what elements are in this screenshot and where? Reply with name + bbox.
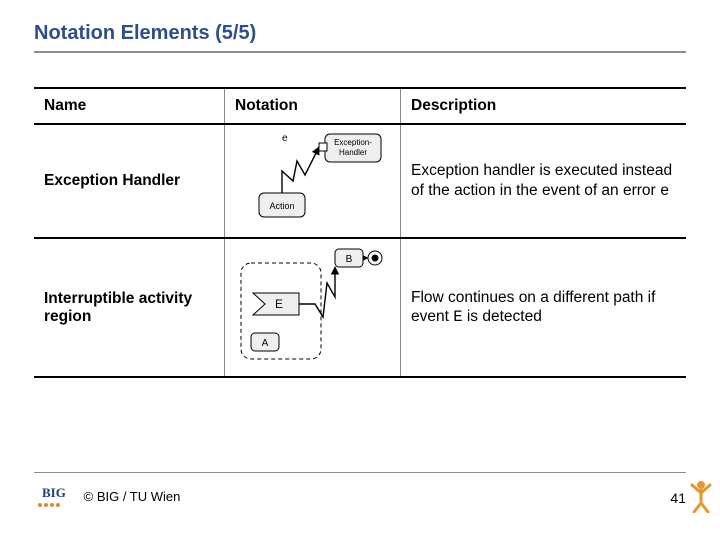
row-description: Exception handler is executed instead of… (401, 124, 687, 238)
svg-text:B: B (346, 254, 353, 265)
title-underline (34, 51, 686, 53)
big-logo: BIG (34, 483, 74, 512)
notation-table: Name Notation Description Exception Hand… (34, 87, 686, 378)
slide: Notation Elements (5/5) Name Notation De… (0, 0, 720, 540)
svg-text:A: A (262, 338, 269, 349)
col-description-header: Description (401, 88, 687, 124)
page-title: Notation Elements (5/5) (34, 22, 686, 45)
row-notation: A E B (225, 238, 401, 377)
row-notation: Exception- Handler Action e (225, 124, 401, 238)
human-icon (688, 479, 714, 518)
copyright-text: © BIG / TU Wien (84, 489, 181, 504)
footer-left: BIG © BIG / TU Wien (34, 483, 180, 512)
row-name: Exception Handler (34, 124, 225, 238)
interruptible-region-figure: A E B (235, 245, 385, 365)
row-description: Flow continues on a different path if ev… (401, 238, 687, 377)
col-name-header: Name (34, 88, 225, 124)
footer-divider (34, 472, 686, 473)
col-notation-header: Notation (225, 88, 401, 124)
desc-code: e (660, 182, 669, 200)
footer-row: BIG © BIG / TU Wien 41 (34, 483, 686, 512)
exception-handler-figure: Exception- Handler Action e (235, 131, 385, 226)
svg-text:BIG: BIG (42, 485, 66, 500)
table-row: Interruptible activity region A (34, 238, 686, 377)
desc-text-after: is detected (463, 308, 542, 325)
page-number: 41 (670, 490, 686, 506)
desc-code: E (453, 308, 462, 326)
svg-text:e: e (282, 133, 288, 144)
svg-text:Exception-: Exception- (334, 138, 372, 147)
row-name: Interruptible activity region (34, 238, 225, 377)
svg-text:Handler: Handler (339, 148, 367, 157)
svg-text:Action: Action (269, 201, 294, 211)
svg-text:E: E (275, 297, 283, 311)
table-header-row: Name Notation Description (34, 88, 686, 124)
table-row: Exception Handler Exception- Handler (34, 124, 686, 238)
footer: BIG © BIG / TU Wien 41 (34, 472, 686, 512)
desc-text: Exception handler is executed instead of… (411, 162, 672, 198)
